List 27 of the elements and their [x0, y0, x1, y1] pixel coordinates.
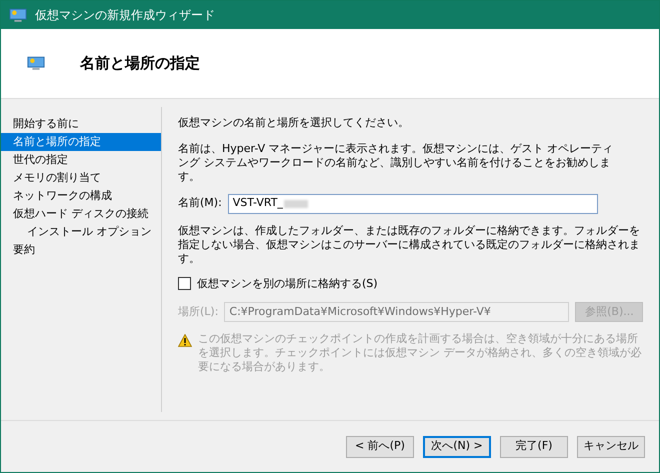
page-heading: 名前と場所の指定: [80, 53, 200, 74]
location-help-text: 仮想マシンは、作成したフォルダー、または既存のフォルダーに格納できます。フォルダーを指定しない場合、仮想マシンはこのサーバーに構成されている既定のフォルダーに格納されます。: [178, 224, 641, 266]
checkbox-label: 仮想マシンを別の場所に格納する(S): [197, 276, 378, 292]
wizard-button[interactable]: キャンセル: [577, 436, 645, 458]
wizard-step[interactable]: メモリの割り当て: [1, 169, 161, 187]
warning-text: この仮想マシンのチェックポイントの作成を計画する場合は、空き領域が十分にある場所を選択します。チェックポイントには仮想マシン データが格納され、多くの空き領域が必要になる場合があります。: [198, 332, 642, 374]
wizard-step[interactable]: 世代の指定: [1, 151, 161, 169]
name-help-text: 名前は、Hyper-V マネージャーに表示されます。仮想マシンには、ゲスト オペレーティング システムやワークロードの名前など、識別しやすい名前を付けることをお勧めします。: [178, 142, 614, 184]
monitor-icon: [27, 56, 45, 71]
wizard-button[interactable]: < 前へ(P): [346, 436, 414, 458]
checkbox[interactable]: [178, 277, 191, 290]
wizard-button[interactable]: 完了(F): [500, 436, 568, 458]
window-title: 仮想マシンの新規作成ウィザード: [35, 7, 215, 24]
location-label: 場所(L):: [178, 304, 218, 320]
name-field[interactable]: VST-VRT_: [228, 194, 598, 214]
monitor-icon: [9, 8, 27, 22]
warning-icon: [178, 334, 192, 347]
blurred-text: [284, 200, 308, 208]
wizard-step[interactable]: インストール オプション: [1, 223, 161, 241]
wizard-step[interactable]: 名前と場所の指定: [1, 133, 161, 151]
wizard-step[interactable]: 要約: [1, 241, 161, 259]
wizard-step[interactable]: 開始する前に: [1, 115, 161, 133]
wizard-step[interactable]: 仮想ハード ディスクの接続: [1, 205, 161, 223]
wizard-step[interactable]: ネットワークの構成: [1, 187, 161, 205]
wizard-button[interactable]: 次へ(N) >: [423, 436, 491, 458]
intro-text: 仮想マシンの名前と場所を選択してください。: [178, 115, 410, 131]
name-label: 名前(M):: [178, 195, 222, 212]
